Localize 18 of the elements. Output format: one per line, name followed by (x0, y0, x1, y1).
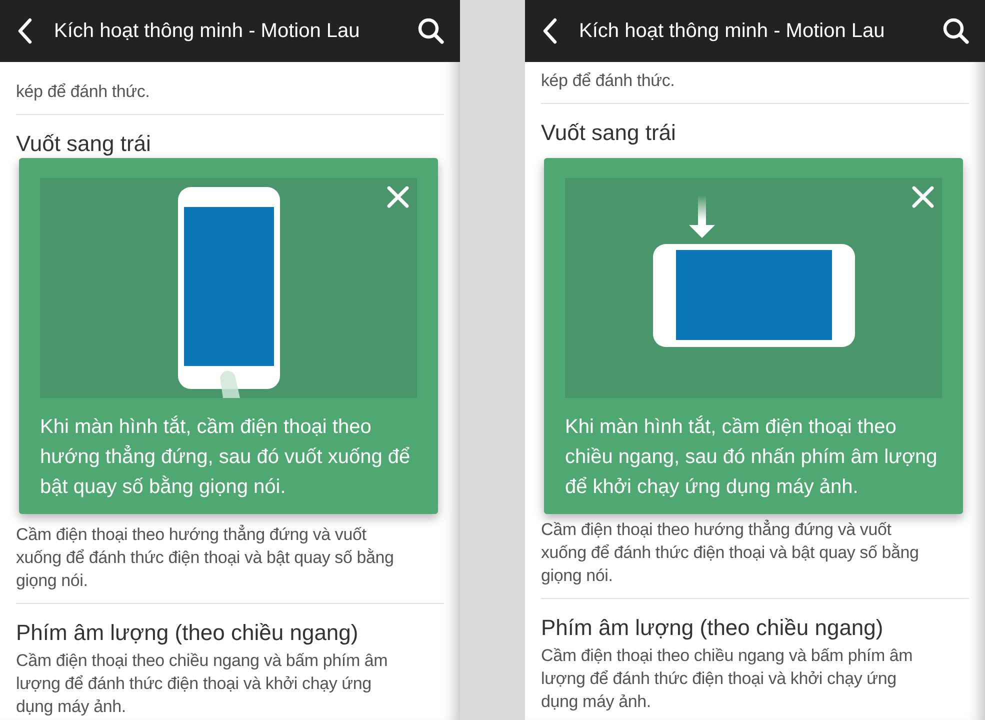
setting-description: kép để đánh thức. (16, 81, 151, 103)
screen-title: Kích hoạt thông minh - Motion Lau (54, 20, 361, 42)
setting-description: Cầm điện thoại theo hướng thẳng đứng và vuốt xuống để đánh thức điện thoại và bật quay số bằng giọng nói. (541, 518, 920, 587)
setting-title[interactable]: Vuốt sang trái (16, 129, 444, 159)
tip-text: Khi màn hình tắt, cầm điện thoại theo chiều ngang, sau đó nhấn phím âm lượng để khởi chạy ứng dụng máy ảnh. (565, 414, 938, 500)
close-button[interactable] (912, 186, 934, 208)
search-button[interactable] (416, 16, 446, 46)
search-button[interactable] (941, 16, 971, 46)
setting-title[interactable]: Phím âm lượng (theo chiều ngang) (16, 618, 444, 648)
setting-description: Cầm điện thoại theo chiều ngang và bấm phím âm lượng để đánh thức điện thoại và khởi chạy ứng dụng máy ảnh. (16, 650, 389, 718)
screen-title: Kích hoạt thông minh - Motion Lau (579, 20, 886, 42)
setting-description: Cầm điện thoại theo chiều ngang và bấm phím âm lượng để đánh thức điện thoại và khởi chạy ứng dụng máy ảnh. (541, 645, 914, 713)
setting-title[interactable]: Vuốt sang trái (541, 118, 969, 148)
tip-text: Khi màn hình tắt, cầm điện thoại theo hướng thẳng đứng, sau đó vuốt xuống để bật quay số bằng giọng nói. (40, 414, 412, 500)
setting-description: Cầm điện thoại theo hướng thẳng đứng và vuốt xuống để đánh thức điện thoại và bật quay số bằng giọng nói. (16, 524, 395, 592)
close-button[interactable] (387, 186, 409, 208)
setting-description: kép để đánh thức. (541, 70, 676, 92)
setting-title[interactable]: Phím âm lượng (theo chiều ngang) (541, 613, 969, 643)
